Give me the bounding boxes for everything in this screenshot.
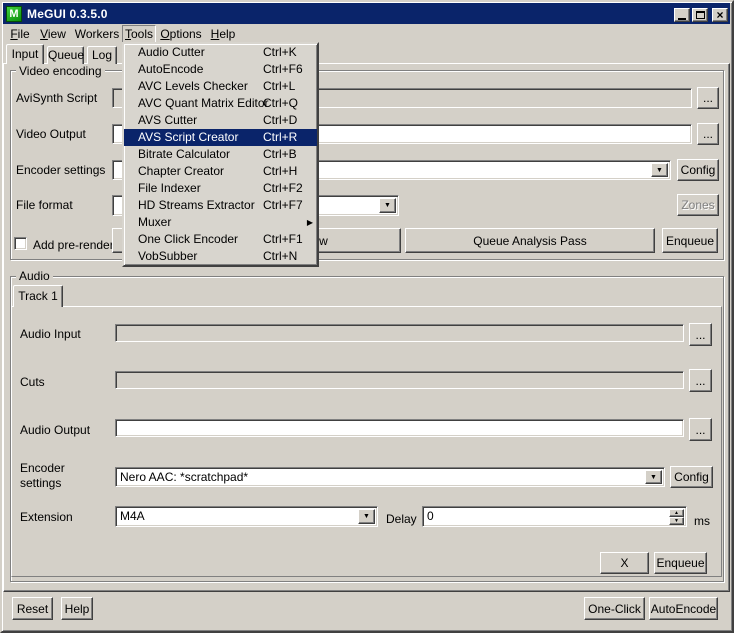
menu-item-file-indexer[interactable]: File IndexerCtrl+F2 xyxy=(124,180,317,197)
audio-output-label: Audio Output xyxy=(20,423,90,438)
menu-workers[interactable]: Workers xyxy=(72,26,122,44)
video-encoding-group-title: Video encoding xyxy=(16,64,105,78)
extension-combo[interactable]: M4A ▼ xyxy=(115,506,378,527)
chevron-down-icon[interactable]: ▼ xyxy=(358,509,375,524)
audio-config-button[interactable]: Config xyxy=(670,466,713,488)
menu-item-avs-cutter[interactable]: AVS CutterCtrl+D xyxy=(124,112,317,129)
title-bar: M MeGUI 0.3.5.0 xyxy=(3,3,730,24)
menu-item-hd-streams-extractor[interactable]: HD Streams ExtractorCtrl+F7 xyxy=(124,197,317,214)
autoencode-button[interactable]: AutoEncode xyxy=(649,597,718,620)
maximize-button[interactable] xyxy=(692,8,708,22)
tab-track-1[interactable]: Track 1 xyxy=(13,285,63,307)
avisynth-browse-button[interactable]: ... xyxy=(697,87,719,109)
chevron-down-icon[interactable]: ▼ xyxy=(645,470,662,484)
menu-item-audio-cutter[interactable]: Audio CutterCtrl+K xyxy=(124,44,317,61)
menu-item-muxer[interactable]: Muxer▶ xyxy=(124,214,317,231)
close-icon: × xyxy=(716,10,723,20)
audio-remove-track-button[interactable]: X xyxy=(600,552,649,574)
help-button[interactable]: Help xyxy=(61,597,93,620)
cuts-browse-button[interactable]: ... xyxy=(689,369,712,392)
menu-item-bitrate-calculator[interactable]: Bitrate CalculatorCtrl+B xyxy=(124,146,317,163)
video-output-browse-button[interactable]: ... xyxy=(697,123,719,145)
zones-button: Zones xyxy=(677,194,719,216)
audio-input-field[interactable] xyxy=(115,324,684,342)
minimize-icon xyxy=(678,18,686,20)
tools-dropdown-menu: Audio CutterCtrl+K AutoEncodeCtrl+F6 AVC… xyxy=(122,42,319,267)
submenu-arrow-icon: ▶ xyxy=(307,214,313,231)
spinner-down-icon[interactable]: ▼ xyxy=(669,517,684,525)
megui-app-icon: M xyxy=(6,6,22,22)
video-enqueue-button[interactable]: Enqueue xyxy=(662,228,718,253)
video-config-button[interactable]: Config xyxy=(677,159,719,181)
track-tab-panel xyxy=(11,306,722,577)
audio-group-title: Audio xyxy=(16,269,53,283)
menu-item-avs-script-creator[interactable]: AVS Script CreatorCtrl+R xyxy=(124,129,317,146)
audio-output-browse-button[interactable]: ... xyxy=(689,418,712,441)
tab-queue[interactable]: Queue xyxy=(47,46,84,64)
video-output-label: Video Output xyxy=(16,127,86,142)
delay-label: Delay xyxy=(386,512,417,527)
tab-log[interactable]: Log xyxy=(87,46,117,64)
queue-analysis-pass-button[interactable]: Queue Analysis Pass xyxy=(405,228,655,253)
chevron-down-icon[interactable]: ▼ xyxy=(651,163,668,177)
file-format-label: File format xyxy=(16,198,73,213)
audio-input-browse-button[interactable]: ... xyxy=(689,323,712,346)
audio-encoder-settings-combo[interactable]: Nero AAC: *scratchpad* ▼ xyxy=(115,467,665,487)
extension-label: Extension xyxy=(20,510,73,525)
menu-item-one-click-encoder[interactable]: One Click EncoderCtrl+F1 xyxy=(124,231,317,248)
menu-tools[interactable]: Tools xyxy=(122,25,156,43)
reset-button[interactable]: Reset xyxy=(12,597,53,620)
menu-file[interactable]: File xyxy=(6,26,34,44)
cuts-label: Cuts xyxy=(20,375,45,390)
menu-view[interactable]: View xyxy=(36,26,70,44)
menu-item-vobsubber[interactable]: VobSubberCtrl+N xyxy=(124,248,317,265)
add-pre-rendering-checkbox[interactable] xyxy=(14,237,27,250)
menu-item-chapter-creator[interactable]: Chapter CreatorCtrl+H xyxy=(124,163,317,180)
tab-input[interactable]: Input xyxy=(6,44,44,64)
audio-encoder-settings-label: Encoder settings xyxy=(20,461,92,491)
one-click-button[interactable]: One-Click xyxy=(584,597,645,620)
audio-enqueue-button[interactable]: Enqueue xyxy=(654,552,707,574)
avisynth-script-label: AviSynth Script xyxy=(16,91,97,106)
menu-item-avc-quant-matrix-editor[interactable]: AVC Quant Matrix EditorCtrl+Q xyxy=(124,95,317,112)
audio-input-label: Audio Input xyxy=(20,327,81,342)
menu-item-avc-levels-checker[interactable]: AVC Levels CheckerCtrl+L xyxy=(124,78,317,95)
delay-spinner[interactable]: 0 ▲ ▼ xyxy=(422,506,687,527)
spinner-up-icon[interactable]: ▲ xyxy=(669,509,684,517)
cuts-field[interactable] xyxy=(115,371,684,389)
ms-unit-label: ms xyxy=(694,514,710,529)
window-title: MeGUI 0.3.5.0 xyxy=(27,7,108,21)
audio-output-field[interactable] xyxy=(115,419,684,437)
maximize-icon xyxy=(696,11,705,19)
close-button[interactable]: × xyxy=(712,8,728,22)
video-encoder-settings-label: Encoder settings xyxy=(16,163,105,178)
minimize-button[interactable] xyxy=(674,8,690,22)
menu-item-autoencode[interactable]: AutoEncodeCtrl+F6 xyxy=(124,61,317,78)
chevron-down-icon[interactable]: ▼ xyxy=(379,198,396,213)
